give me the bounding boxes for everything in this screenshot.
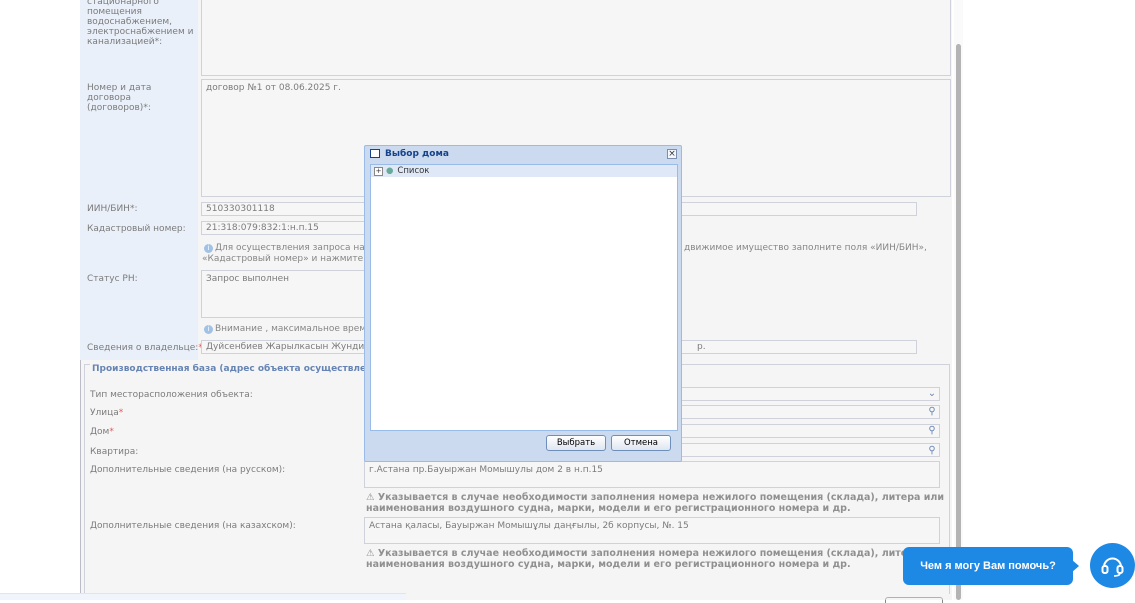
select-button[interactable]: Выбрать — [546, 435, 606, 451]
select-house-dialog: Выбор дома × + ● Список Выбрать Отмена — [364, 145, 682, 462]
chat-button[interactable] — [1090, 543, 1135, 588]
cancel-button[interactable]: Отмена — [611, 435, 671, 451]
chat-bubble-tail — [1071, 559, 1079, 573]
window-icon — [370, 149, 380, 158]
dialog-title: Выбор дома — [385, 149, 449, 159]
expand-icon[interactable]: + — [374, 167, 383, 176]
chat-prompt-bubble[interactable]: Чем я могу Вам помочь? — [903, 547, 1073, 585]
close-icon[interactable]: × — [667, 149, 677, 159]
tree-root-label: Список — [397, 166, 430, 176]
headset-icon — [1101, 557, 1124, 577]
tree-panel: + ● Список — [370, 164, 678, 431]
node-dot-icon: ● — [386, 166, 394, 176]
tree-root-row[interactable]: + ● Список — [371, 165, 677, 177]
